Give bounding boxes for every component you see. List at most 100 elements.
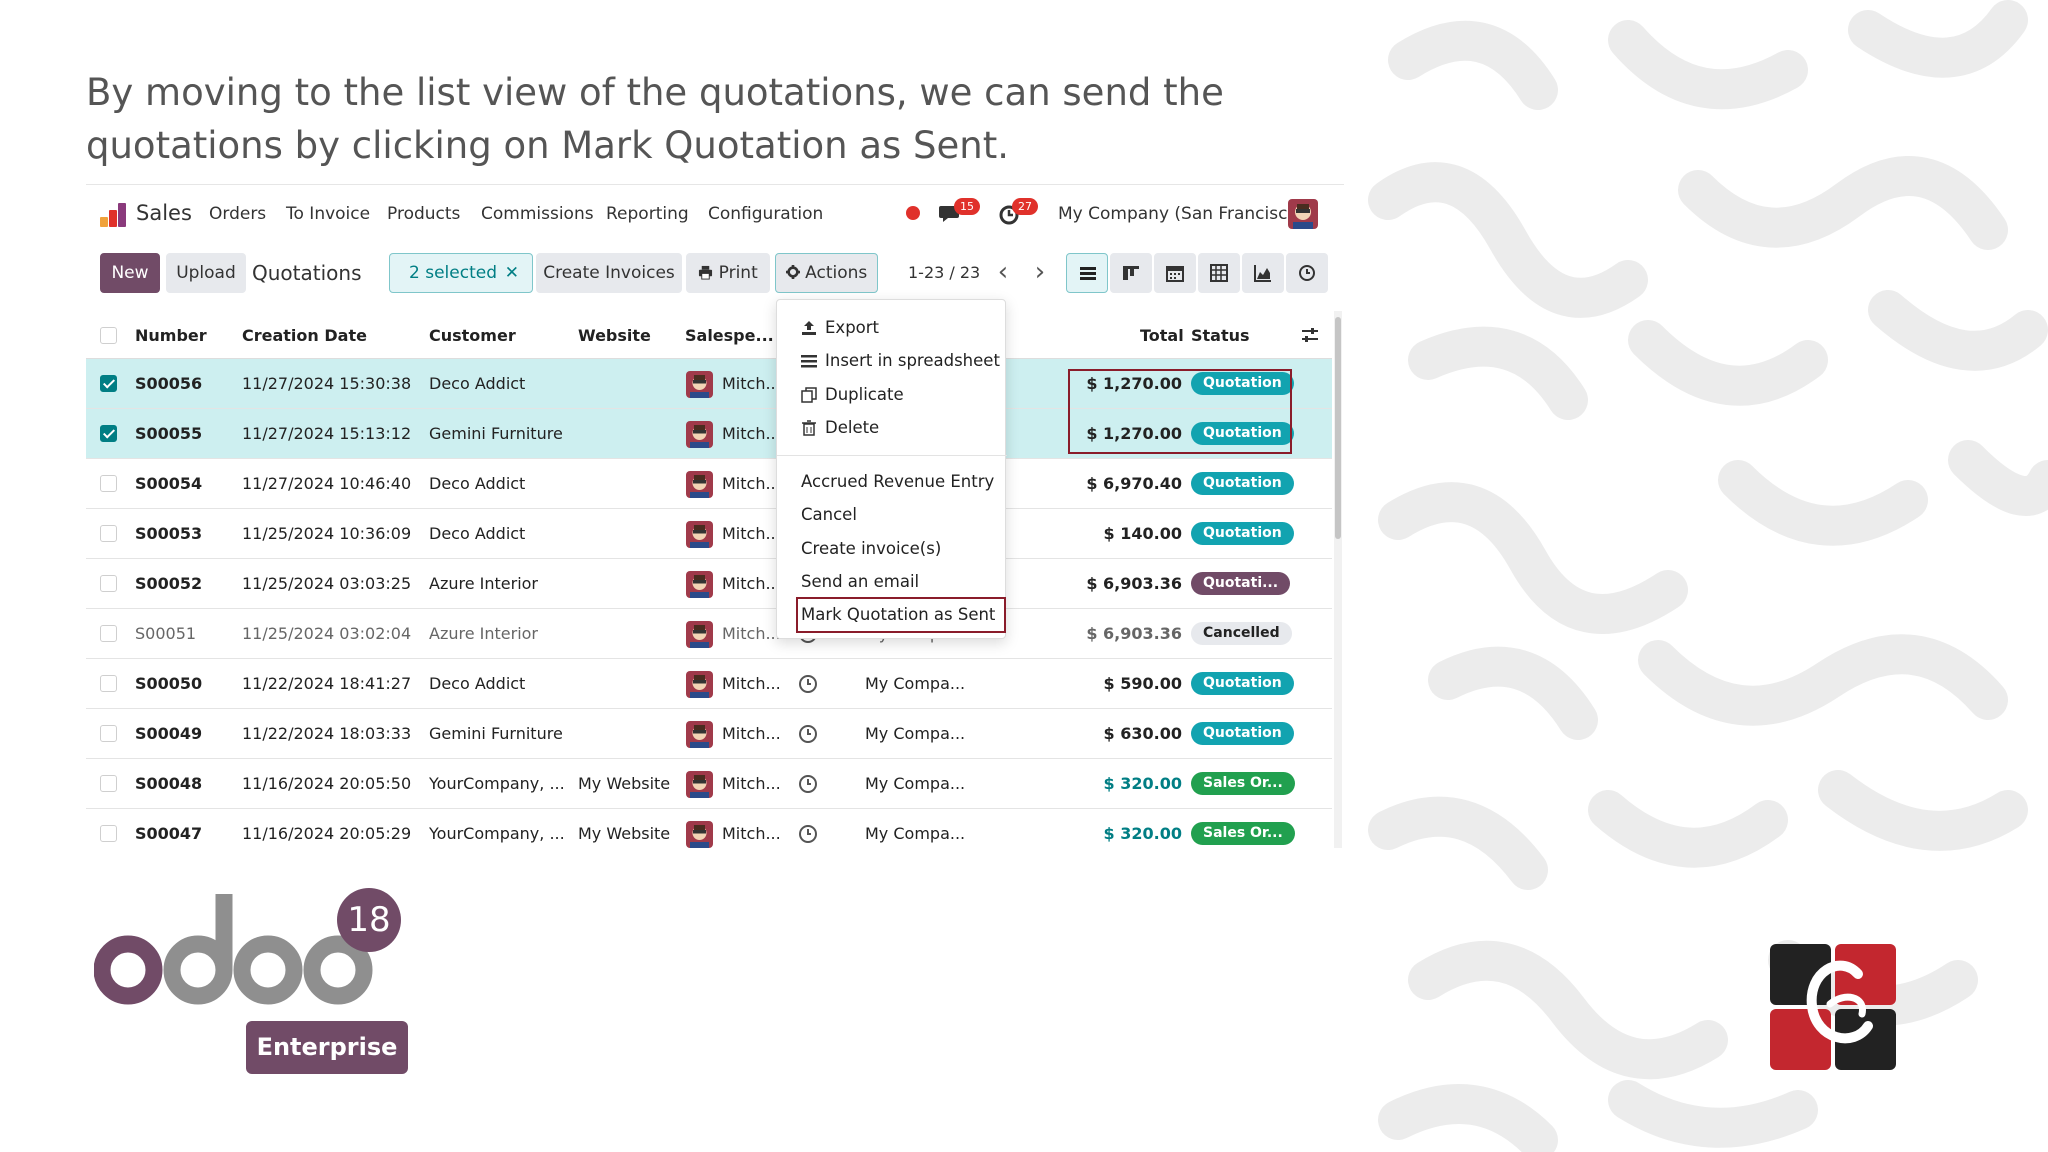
activity-clock-icon[interactable]	[798, 724, 818, 744]
slide-caption: By moving to the list view of the quotat…	[86, 66, 1376, 172]
cell-customer: YourCompany, ...	[429, 824, 565, 843]
cell-salesperson: Mitch...	[722, 774, 781, 793]
company-switcher[interactable]: My Company (San Francisco)	[1058, 204, 1304, 224]
cell-company: My Compa...	[865, 724, 966, 743]
selection-count[interactable]: 2 selected ✕	[389, 253, 533, 293]
row-checkbox[interactable]	[100, 425, 117, 442]
cell-salesperson: Mitch...	[722, 524, 781, 543]
optional-columns-icon[interactable]	[1300, 325, 1320, 345]
scrollbar-thumb[interactable]	[1335, 317, 1341, 539]
cell-customer: Deco Addict	[429, 474, 526, 493]
table-row[interactable]: S00047 11/16/2024 20:05:29 YourCompany, ..…	[86, 809, 1332, 848]
table-row[interactable]: S00051 11/25/2024 03:02:04 Azure Interior M…	[86, 609, 1332, 659]
actions-button[interactable]: Actions	[775, 253, 878, 293]
actions-dropdown: Export Insert in spreadsheet Duplicate D…	[776, 299, 1007, 639]
pager-previous-icon[interactable]: ‹	[986, 253, 1020, 293]
table-row[interactable]: S00048 11/16/2024 20:05:50 YourCompany, ..…	[86, 759, 1332, 809]
cell-creation-date: 11/27/2024 15:30:38	[242, 374, 412, 393]
activity-clock-icon[interactable]	[798, 674, 818, 694]
calendar-view-button[interactable]	[1154, 253, 1196, 293]
cell-number: S00054	[135, 474, 203, 493]
row-checkbox[interactable]	[100, 825, 117, 842]
odoo-window: Sales Orders To Invoice Products Commiss…	[86, 184, 1344, 848]
row-checkbox[interactable]	[100, 475, 117, 492]
menu-item-cancel[interactable]: Cancel	[777, 499, 1007, 531]
cell-customer: Gemini Furniture	[429, 724, 563, 743]
menu-to-invoice[interactable]: To Invoice	[286, 204, 370, 224]
menu-item-create-invoices[interactable]: Create invoice(s)	[777, 533, 1007, 565]
row-checkbox[interactable]	[100, 575, 117, 592]
header-number[interactable]: Number	[135, 326, 207, 345]
cell-total: $ 630.00	[1103, 724, 1182, 743]
pivot-view-button[interactable]	[1198, 253, 1240, 293]
menu-commissions[interactable]: Commissions	[481, 204, 594, 224]
header-customer[interactable]: Customer	[429, 326, 516, 345]
cell-customer: Deco Addict	[429, 374, 526, 393]
activity-clock-icon[interactable]	[798, 824, 818, 844]
header-status[interactable]: Status	[1191, 326, 1250, 345]
header-creation-date[interactable]: Creation Date	[242, 326, 367, 345]
row-checkbox[interactable]	[100, 675, 117, 692]
activity-view-button[interactable]	[1286, 253, 1328, 293]
menu-item-insert-spreadsheet[interactable]: Insert in spreadsheet	[777, 345, 1007, 377]
select-all-checkbox[interactable]	[100, 327, 117, 344]
sales-app-icon[interactable]	[100, 203, 126, 227]
header-website[interactable]: Website	[578, 326, 651, 345]
row-checkbox[interactable]	[100, 525, 117, 542]
activity-clock-icon[interactable]	[798, 774, 818, 794]
salesperson-avatar	[686, 521, 713, 548]
table-row[interactable]: S00054 11/27/2024 10:46:40 Deco Addict Mitc…	[86, 459, 1332, 509]
menu-configuration[interactable]: Configuration	[708, 204, 823, 224]
cell-creation-date: 11/25/2024 03:03:25	[242, 574, 412, 593]
recording-indicator-icon[interactable]	[906, 206, 920, 220]
menu-divider	[777, 455, 1007, 456]
menu-orders[interactable]: Orders	[209, 204, 266, 224]
salesperson-avatar	[686, 371, 713, 398]
app-name[interactable]: Sales	[136, 201, 192, 225]
highlight-mark-sent	[796, 597, 1006, 633]
menu-item-duplicate[interactable]: Duplicate	[777, 379, 1007, 411]
menu-reporting[interactable]: Reporting	[606, 204, 689, 224]
table-row[interactable]: S00053 11/25/2024 10:36:09 Deco Addict Mitc…	[86, 509, 1332, 559]
row-checkbox[interactable]	[100, 375, 117, 392]
table-row[interactable]: S00050 11/22/2024 18:41:27 Deco Addict Mitc…	[86, 659, 1332, 709]
menu-item-accrued-revenue[interactable]: Accrued Revenue Entry	[777, 466, 1007, 498]
gear-icon	[785, 265, 800, 279]
status-badge: Quotation	[1191, 672, 1294, 695]
clear-selection-icon[interactable]: ✕	[505, 254, 519, 292]
cell-customer: Azure Interior	[429, 624, 539, 643]
create-invoices-button[interactable]: Create Invoices	[536, 253, 682, 293]
table-row[interactable]: S00049 11/22/2024 18:03:33 Gemini Furnitur…	[86, 709, 1332, 759]
menu-item-send-email[interactable]: Send an email	[777, 566, 1007, 598]
cell-company: My Compa...	[865, 774, 966, 793]
actions-label: Actions	[805, 263, 868, 283]
slide: By moving to the list view of the quotat…	[0, 0, 2048, 1152]
upload-button[interactable]: Upload	[166, 253, 246, 293]
header-salesperson[interactable]: Salespe...	[685, 326, 774, 345]
cell-total: $ 590.00	[1103, 674, 1182, 693]
kanban-view-button[interactable]	[1110, 253, 1152, 293]
header-total[interactable]: Total	[1140, 326, 1184, 345]
status-badge: Sales Or...	[1191, 822, 1295, 845]
table-row[interactable]: S00052 11/25/2024 03:03:25 Azure Interior M…	[86, 559, 1332, 609]
row-checkbox[interactable]	[100, 775, 117, 792]
print-button[interactable]: Print	[686, 253, 770, 293]
calendar-view-icon	[1166, 266, 1184, 282]
row-checkbox[interactable]	[100, 625, 117, 642]
pager-next-icon[interactable]: ›	[1023, 253, 1057, 293]
cell-creation-date: 11/25/2024 10:36:09	[242, 524, 412, 543]
new-button[interactable]: New	[100, 253, 160, 293]
cell-salesperson: Mitch...	[722, 674, 781, 693]
list-view-button[interactable]	[1066, 253, 1108, 293]
list-icon	[801, 355, 817, 368]
menu-item-delete[interactable]: Delete	[777, 412, 1007, 444]
cell-total: $ 140.00	[1103, 524, 1182, 543]
salesperson-avatar	[686, 721, 713, 748]
cell-customer: Deco Addict	[429, 524, 526, 543]
row-checkbox[interactable]	[100, 725, 117, 742]
menu-item-export[interactable]: Export	[777, 312, 1007, 344]
graph-view-button[interactable]	[1242, 253, 1284, 293]
user-avatar[interactable]	[1288, 199, 1318, 229]
pager-value[interactable]: 1-23 / 23	[908, 263, 980, 282]
menu-products[interactable]: Products	[387, 204, 460, 224]
